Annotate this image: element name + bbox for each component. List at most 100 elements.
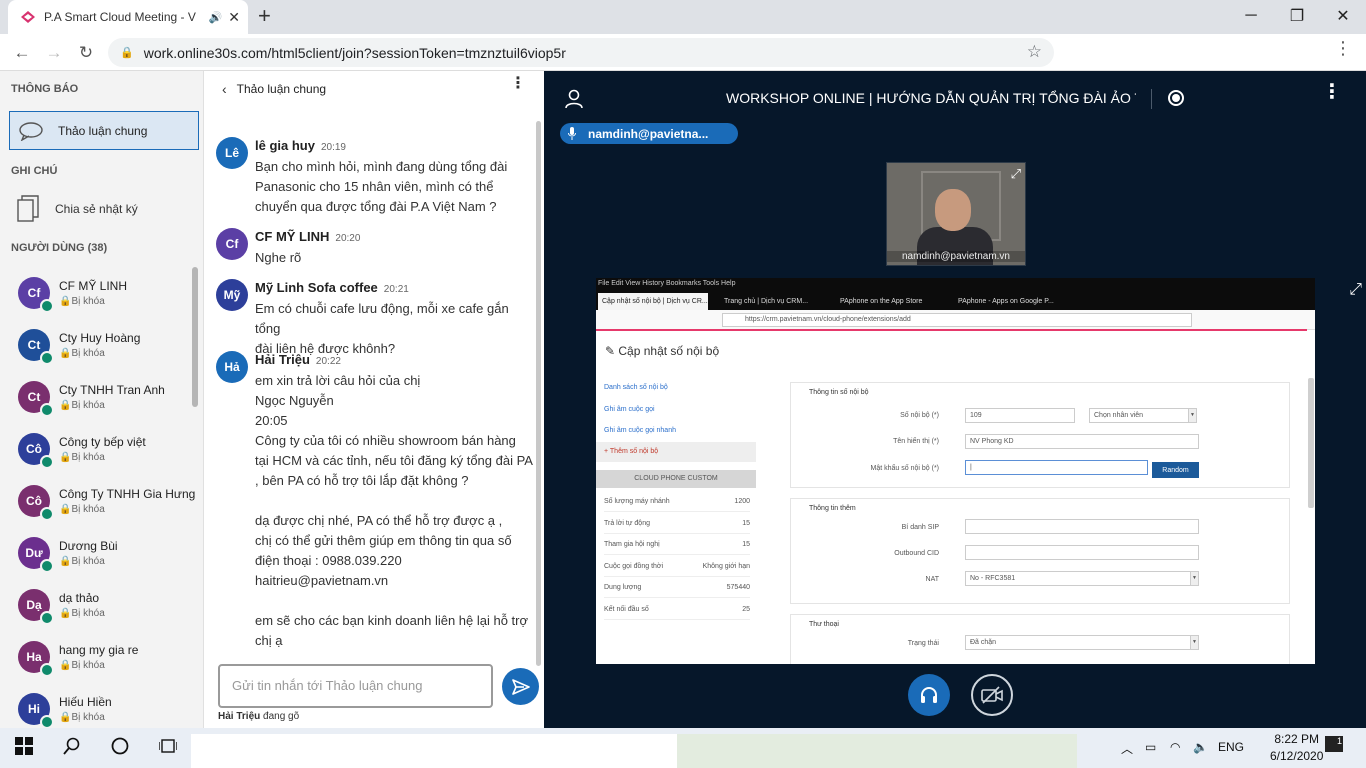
user-list-item[interactable]: Ct Cty TNHH Tran Anh 🔒Bị khóa [18,371,193,423]
avatar-initials: Mỹ [223,288,241,302]
taskbar-app-area-2[interactable] [677,734,1077,768]
shared-status-text: Đã chặn [970,639,997,646]
chevron-left-icon[interactable]: ‹ [222,81,227,97]
user-status-text: Bị khóa [71,608,105,619]
user-list-item[interactable]: Hi Hiếu Hiền 🔒Bị khóa [18,683,193,728]
wifi-icon[interactable]: ◠ [1170,740,1180,754]
shared-nat-label: NAT [925,576,939,583]
user-status: 🔒Bị khóa [59,556,105,567]
user-status: 🔒Bị khóa [59,608,105,619]
avatar: Dạ [18,589,54,625]
browser-menu-icon[interactable]: ⋮ [1334,39,1352,57]
microphone-icon [568,127,576,140]
notification-center-icon[interactable]: 1 [1325,736,1343,752]
record-icon[interactable] [1168,90,1184,106]
message-text: Bạn cho mình hỏi, mình đang dùng tổng đà… [255,159,508,214]
address-bar[interactable]: 🔒 work.online30s.com/html5client/join?se… [108,38,1054,67]
bookmark-star-icon[interactable]: ☆ [1027,42,1042,62]
avatar: Mỹ [216,279,248,311]
shared-label: Trạng thái [908,640,939,647]
meeting-options-icon[interactable]: ⋮ [1322,82,1342,102]
forward-button[interactable]: → [41,40,67,66]
shared-box-voicemail: Thư thoại Trạng thái Đã chặn ▼ [790,614,1290,664]
share-webcam-button[interactable] [971,674,1013,716]
shared-link: Danh sách số nội bộ [604,384,668,391]
user-list-item[interactable]: Cf CF MỸ LINH 🔒Bị khóa [18,267,193,319]
shared-display-label: Tên hiển thị (*) [893,438,939,445]
language-indicator[interactable]: ENG [1218,740,1244,754]
browser-tab[interactable]: P.A Smart Cloud Meeting - V 🔊 ✕ [8,0,248,34]
webcam-person-head [935,189,971,231]
new-tab-button[interactable]: + [258,5,271,27]
clock-date: 6/12/2020 [1270,749,1324,763]
battery-icon[interactable]: ▭ [1145,740,1156,754]
avatar: Lê [216,137,248,169]
user-list-item[interactable]: Ct Cty Huy Hoàng 🔒Bị khóa [18,319,193,371]
search-icon[interactable] [63,737,81,760]
volume-icon[interactable]: 🔈 [1193,740,1208,754]
user-name: dạ thảo [59,591,100,605]
user-list-item[interactable]: Cô Công Ty TNHH Gia Hưng 🔒Bị khóa [18,475,195,527]
shared-cid-input [965,545,1199,560]
user-status-text: Bị khóa [71,556,105,567]
cortana-icon[interactable] [111,737,129,760]
maximize-button[interactable]: ❐ [1274,0,1320,32]
microphone-status-icon [40,403,54,417]
shared-sip-label: Bí danh SIP [901,524,939,531]
minimize-button[interactable]: ─ [1228,0,1274,32]
shared-url-bar: https://crm.pavietnam.vn/cloud-phone/ext… [596,310,1315,331]
screenshare-fullscreen-icon[interactable]: ⤢ [1349,281,1362,299]
message-author: Mỹ Linh Sofa coffee [255,280,378,295]
meeting-title: WORKSHOP ONLINE | HƯỚNG DẪN QUẢN TRỊ TỔN… [726,90,1136,106]
shared-notes-item[interactable]: Chia sẻ nhật ký [9,189,199,229]
reload-button[interactable]: ↻ [73,40,99,66]
chat-options-icon[interactable]: ⋮ [510,76,526,92]
chat-scrollbar[interactable] [536,121,541,666]
shared-label: Outbound CID [894,550,939,557]
user-icon[interactable] [564,89,584,109]
user-status-text: Bị khóa [71,660,105,671]
user-list-item[interactable]: Dạ dạ thảo 🔒Bị khóa [18,579,193,631]
user-list-item[interactable]: Cô Công ty bếp việt 🔒Bị khóa [18,423,193,475]
task-view-icon[interactable] [158,737,178,760]
user-list-scrollbar[interactable] [192,267,198,407]
avatar-initials: Cô [26,494,42,508]
shared-scrollbar [1308,378,1314,508]
shared-stat-value: 25 [742,605,750,613]
speaker-icon[interactable]: 🔊 [209,11,223,24]
windows-start-icon[interactable] [15,737,33,760]
notes-document-icon [17,195,39,222]
sidebar: THÔNG BÁO Thảo luận chung GHI CHÚ Chia s… [0,71,204,728]
shared-stat-value: 15 [742,519,750,527]
user-list-item[interactable]: Dư Dương Bùi 🔒Bị khóa [18,527,193,579]
divider [1151,89,1152,109]
back-button[interactable]: ← [9,40,35,66]
shared-tab: PAphone - Apps on Google P... [958,298,1054,305]
leave-audio-button[interactable] [908,674,950,716]
chat-bubble-icon [19,121,43,141]
user-status-text: Bị khóa [71,400,105,411]
public-chat-item[interactable]: Thảo luận chung [9,111,199,150]
browser-toolbar: ← → ↻ 🔒 work.online30s.com/html5client/j… [0,34,1366,71]
user-name: Công ty bếp việt [59,435,146,449]
chat-header[interactable]: ‹ Thảo luận chung [222,81,326,97]
shared-label: Mật khẩu số nội bộ (*) [871,465,939,472]
shared-staff-text: Chọn nhân viên [1094,412,1144,419]
close-window-button[interactable]: ✕ [1320,0,1366,32]
chat-message-input[interactable]: Gửi tin nhắn tới Thảo luận chung [218,664,493,708]
talker-name: namdinh@pavietna... [588,126,709,141]
close-tab-icon[interactable]: ✕ [228,9,240,26]
send-message-button[interactable] [502,668,539,705]
avatar-initials: Hi [28,702,40,716]
avatar: Cf [216,228,248,260]
taskbar-app-area[interactable] [191,734,677,768]
avatar-initials: Cf [225,237,239,251]
user-list-item[interactable]: Ha hang my gia re 🔒Bị khóa [18,631,193,683]
chevron-up-icon[interactable]: ︿ [1121,740,1133,757]
fullscreen-icon[interactable]: ⤢ [1011,166,1021,182]
taskbar-clock[interactable]: 8:22 PM 6/12/2020 [1270,731,1323,765]
webcam-video[interactable]: ⤢ namdinh@pavietnam.vn [886,162,1026,266]
public-chat-label: Thảo luận chung [58,123,148,138]
typing-user: Hải Triệu [218,711,261,722]
avatar: Cf [18,277,54,313]
